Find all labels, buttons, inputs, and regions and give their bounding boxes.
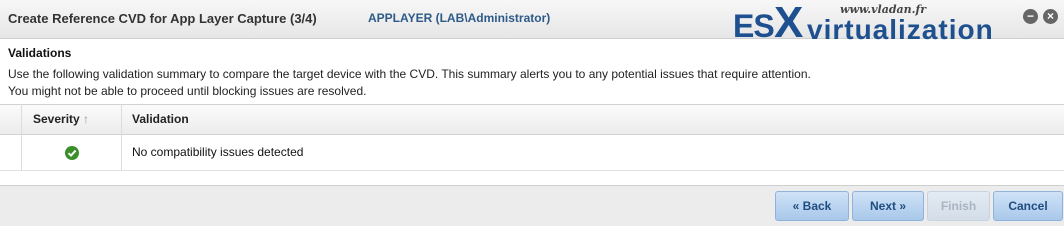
- back-button[interactable]: « Back: [775, 191, 849, 221]
- finish-button[interactable]: Finish: [927, 191, 990, 221]
- cancel-button[interactable]: Cancel: [993, 191, 1063, 221]
- column-header-severity-label: Severity: [33, 112, 80, 126]
- next-button[interactable]: Next »: [852, 191, 924, 221]
- column-header-validation[interactable]: Validation: [132, 105, 189, 134]
- watermark-brand-x: X: [774, 0, 804, 47]
- validation-table-header: Severity ↑ Validation: [0, 104, 1064, 135]
- sort-ascending-icon: ↑: [83, 112, 90, 126]
- section-title: Validations: [8, 46, 72, 60]
- success-check-icon: [65, 146, 79, 160]
- dialog-footer: « Back Next » Finish Cancel: [0, 185, 1064, 226]
- dialog-title: Create Reference CVD for App Layer Captu…: [8, 11, 317, 26]
- table-row[interactable]: No compatibility issues detected: [0, 134, 1064, 171]
- validation-message: No compatibility issues detected: [132, 145, 304, 159]
- watermark-brand-virtualization: virtualization: [807, 14, 994, 45]
- section-description-line-2: You might not be able to proceed until b…: [8, 84, 367, 98]
- watermark-logo: www.vladan.fr ES X virtualization: [730, 0, 1064, 48]
- section-description-line-1: Use the following validation summary to …: [8, 67, 811, 81]
- column-header-severity[interactable]: Severity ↑: [33, 105, 89, 134]
- watermark-brand-es: ES: [733, 8, 775, 44]
- user-context-label: APPLAYER (LAB\Administrator): [368, 11, 551, 25]
- minimize-icon[interactable]: −: [1023, 9, 1038, 24]
- close-icon[interactable]: ×: [1043, 9, 1058, 24]
